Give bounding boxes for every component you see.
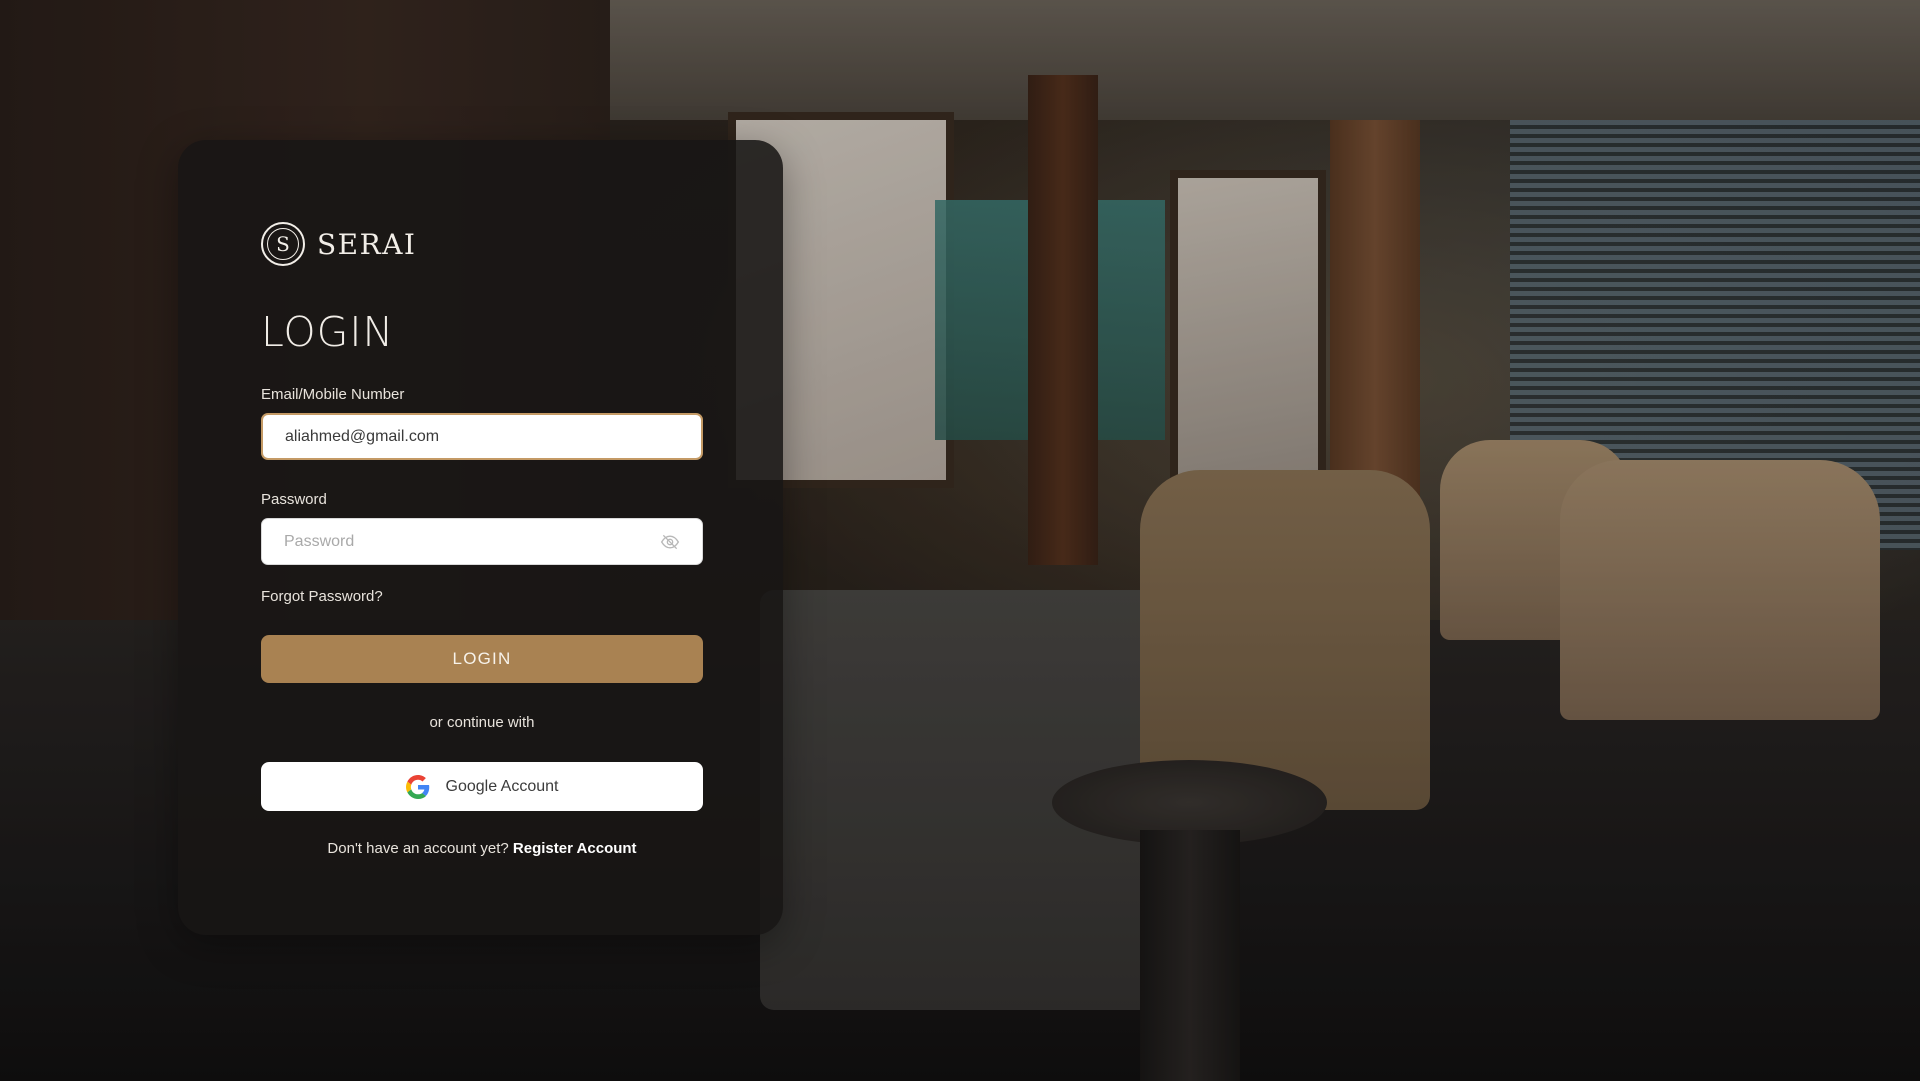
login-page: S SERAI LOGIN Email/Mobile Number aliahm… (0, 0, 1920, 1081)
login-button[interactable]: LOGIN (261, 635, 703, 683)
email-field-value: aliahmed@gmail.com (285, 427, 440, 445)
email-label: Email/Mobile Number (261, 386, 405, 403)
register-prompt-text: Don't have an account yet? (327, 840, 509, 857)
password-field[interactable]: Password (261, 518, 703, 565)
register-account-link[interactable]: Register Account (513, 840, 637, 857)
forgot-password-link[interactable]: Forgot Password? (261, 588, 383, 605)
continue-with-text: or continue with (429, 714, 535, 731)
page-title: LOGIN (261, 308, 395, 356)
register-prompt: Don't have an account yet? Register Acco… (261, 840, 703, 857)
brand-name: SERAI (317, 227, 417, 261)
login-card: S SERAI LOGIN Email/Mobile Number aliahm… (178, 140, 783, 935)
google-button-label: Google Account (445, 777, 559, 795)
google-login-button[interactable]: Google Account (261, 762, 703, 811)
eye-off-icon[interactable] (660, 532, 680, 552)
brand-logo: S SERAI (261, 222, 416, 266)
password-label: Password (261, 491, 327, 508)
password-placeholder: Password (284, 532, 355, 550)
google-icon (405, 774, 429, 799)
email-field[interactable]: aliahmed@gmail.com (261, 413, 703, 460)
logo-letter: S (276, 232, 290, 256)
logo-mark-icon: S (261, 222, 305, 266)
